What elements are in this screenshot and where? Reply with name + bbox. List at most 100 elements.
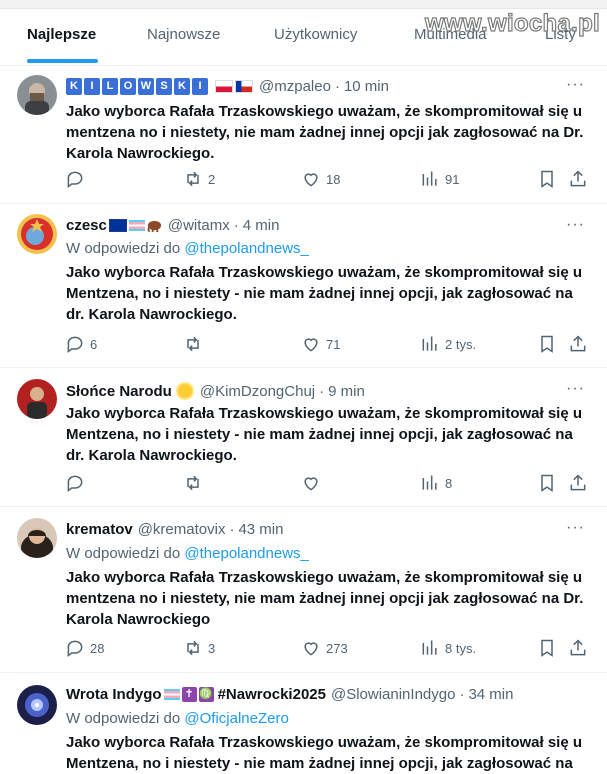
heart-icon <box>304 642 318 656</box>
repost-button[interactable]: 3 <box>183 638 215 658</box>
tweet-text: Jako wyborca Rafała Trzaskowskiego uważa… <box>66 569 584 628</box>
tweet[interactable]: Słońce Narodu @KimDzongChuj · 9 min ··· … <box>0 367 607 507</box>
active-tab-indicator <box>27 59 98 63</box>
tab-najlepsze[interactable]: Najlepsze <box>27 26 96 43</box>
share-button[interactable] <box>568 334 588 354</box>
tweet-header: Słońce Narodu @KimDzongChuj · 9 min <box>66 382 365 400</box>
avatar[interactable] <box>17 518 57 558</box>
user-handle[interactable]: @mzpaleo <box>259 78 331 95</box>
display-name[interactable]: czesc <box>66 217 107 234</box>
avatar[interactable] <box>17 685 57 725</box>
reply-mention-link[interactable]: @OficjalneZero <box>184 710 288 727</box>
tweet-header: krematov @krematovix · 43 min <box>66 521 283 538</box>
views-icon <box>422 640 437 655</box>
repost-icon <box>187 336 199 352</box>
reply-mention-link[interactable]: @thepolandnews_ <box>184 240 308 257</box>
like-button[interactable]: 273 <box>301 638 348 658</box>
tab-uzytkownicy[interactable]: Użytkownicy <box>274 26 357 43</box>
bookmark-button[interactable] <box>537 334 557 354</box>
reply-context: W odpowiedzi do @OficjalneZero <box>66 710 289 727</box>
views-icon <box>422 336 437 351</box>
repost-button[interactable]: 2 <box>183 169 215 189</box>
cross-icon: ✝ <box>181 687 197 702</box>
timestamp[interactable]: 43 min <box>238 521 283 538</box>
views-button[interactable]: 91 <box>420 169 459 189</box>
share-button[interactable] <box>568 169 588 189</box>
views-button[interactable]: 2 tys. <box>420 334 476 354</box>
poland-flag-icon <box>215 80 233 93</box>
display-name-hashtag[interactable]: #Nawrocki2025 <box>218 686 326 703</box>
heart-icon <box>304 477 318 491</box>
more-options-icon[interactable]: ··· <box>566 76 585 94</box>
reply-button[interactable]: 6 <box>65 334 97 354</box>
reply-button[interactable] <box>65 169 90 189</box>
reply-icon <box>67 336 83 353</box>
reply-button[interactable]: 28 <box>65 638 104 658</box>
timestamp[interactable]: 34 min <box>468 686 513 703</box>
bookmark-button[interactable] <box>537 169 557 189</box>
bookmark-button[interactable] <box>537 638 557 658</box>
like-button[interactable]: 18 <box>301 169 340 189</box>
tweet-header: KILOWSKI @mzpaleo · 10 min <box>66 78 389 95</box>
bookmark-icon <box>541 639 553 657</box>
tweet-text: Jako wyborca Rafała Trzaskowskiego uważa… <box>66 405 583 464</box>
separator-dot: · <box>459 686 465 703</box>
display-name[interactable]: Słońce Narodu <box>66 383 172 400</box>
view-count: 2 tys. <box>445 336 477 352</box>
bookmark-button[interactable] <box>537 473 557 493</box>
tweet-actions: 6 71 2 tys. <box>0 334 607 358</box>
user-handle[interactable]: @krematovix <box>138 521 226 538</box>
tweet[interactable]: czesc @witamx · 4 min ··· W odpowiedzi d… <box>0 203 607 368</box>
chile-flag-icon <box>235 80 253 93</box>
share-icon <box>570 474 586 491</box>
reply-context: W odpowiedzi do @thepolandnews_ <box>66 240 309 257</box>
display-name-letters[interactable]: KILOWSKI <box>66 78 210 95</box>
share-button[interactable] <box>568 473 588 493</box>
tweet-actions: 28 3 273 8 tys. <box>0 638 607 662</box>
reply-icon <box>67 640 83 657</box>
more-options-icon[interactable]: ··· <box>566 519 585 537</box>
separator-dot: · <box>334 78 340 95</box>
view-count: 8 <box>445 475 453 491</box>
reply-mention-link[interactable]: @thepolandnews_ <box>184 545 308 562</box>
reply-button[interactable] <box>65 473 90 493</box>
bookmark-icon <box>541 474 553 492</box>
share-button[interactable] <box>568 638 588 658</box>
repost-button[interactable] <box>183 473 208 493</box>
more-options-icon[interactable]: ··· <box>566 380 585 398</box>
tweet[interactable]: Wrota Indygo ✝ ♍ #Nawrocki2025 @Slowiani… <box>0 672 607 774</box>
views-icon <box>422 475 437 490</box>
repost-button[interactable] <box>183 334 208 354</box>
timestamp[interactable]: 10 min <box>344 78 389 95</box>
bookmark-icon <box>541 170 553 188</box>
tweet[interactable]: krematov @krematovix · 43 min ··· W odpo… <box>0 506 607 673</box>
user-handle[interactable]: @witamx <box>168 217 230 234</box>
display-name[interactable]: krematov <box>66 521 133 538</box>
like-count: 273 <box>326 640 348 656</box>
avatar[interactable] <box>17 379 57 419</box>
tweet[interactable]: KILOWSKI @mzpaleo · 10 min ··· Jako wybo… <box>0 66 607 204</box>
timestamp[interactable]: 9 min <box>328 383 365 400</box>
views-button[interactable]: 8 tys. <box>420 638 476 658</box>
timestamp[interactable]: 4 min <box>243 217 280 234</box>
display-name[interactable]: Wrota Indygo <box>66 686 162 703</box>
user-handle[interactable]: @KimDzongChuj <box>200 383 315 400</box>
views-button[interactable]: 8 <box>420 473 452 493</box>
avatar[interactable] <box>17 214 57 254</box>
tweet-actions: 2 18 91 <box>0 169 607 193</box>
like-button[interactable]: 71 <box>301 334 340 354</box>
reply-prefix: W odpowiedzi do <box>66 710 181 727</box>
reply-icon <box>67 475 83 492</box>
reply-prefix: W odpowiedzi do <box>66 240 181 257</box>
tab-najnowsze[interactable]: Najnowsze <box>147 26 220 43</box>
like-count: 18 <box>326 171 341 187</box>
user-handle[interactable]: @SlowianinIndygo <box>331 686 455 703</box>
reply-icon <box>67 171 83 188</box>
sun-icon <box>175 382 194 400</box>
separator-dot: · <box>233 217 239 234</box>
eu-flag-icon <box>108 219 127 232</box>
more-options-icon[interactable]: ··· <box>566 216 585 234</box>
avatar[interactable] <box>17 75 57 115</box>
heart-icon <box>304 338 318 352</box>
like-button[interactable] <box>301 473 326 493</box>
